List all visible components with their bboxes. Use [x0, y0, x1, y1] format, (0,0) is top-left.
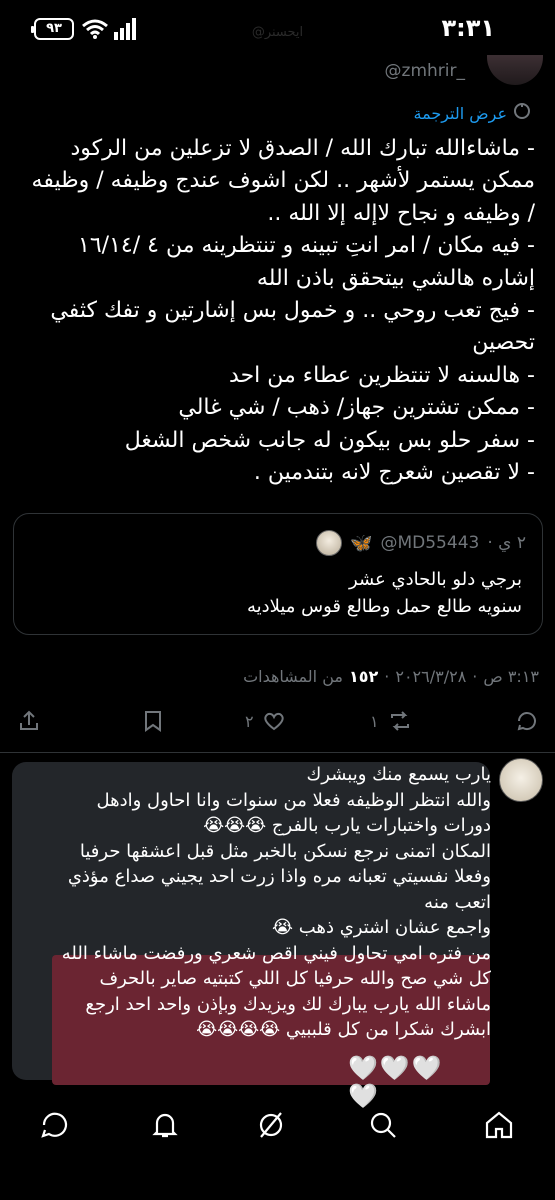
- reply-line: وفعلا نفسيتي تعبانه مره واذا زرت احد يجي…: [67, 866, 491, 913]
- tweet-line: - فيج تعب روحي .. و خمول بس إشارتين و تف…: [43, 298, 535, 356]
- show-translation-link[interactable]: عرض الترجمة: [414, 102, 532, 124]
- bookmark-button[interactable]: [142, 709, 164, 733]
- heart-icon: [263, 712, 284, 731]
- quote-handle: @MD55443: [380, 533, 480, 553]
- divider: [0, 752, 555, 753]
- share-icon: [20, 710, 38, 730]
- system-nav-area: [0, 1180, 555, 1200]
- retweet-icon: [390, 711, 409, 731]
- retweet-count: ١: [370, 711, 379, 731]
- search-icon[interactable]: [366, 1108, 400, 1146]
- quote-text: برجي دلو بالحادي عشر سنويه طالع حمل وطال…: [247, 566, 522, 620]
- reply-text: يارب يسمع منك ويبشرك والله انتظر الوظيفه…: [61, 762, 491, 1043]
- tweet-header: @zmhrir_: [0, 55, 555, 95]
- bookmark-icon: [145, 711, 161, 732]
- status-time: ٣:٣١: [441, 14, 495, 42]
- retweet-button[interactable]: ١: [370, 709, 413, 733]
- home-icon[interactable]: [482, 1108, 516, 1146]
- tweet-line: - فيه مكان / امر انتِ تبينه و تنتظرينه م…: [71, 233, 535, 291]
- status-bar: ٩٣ @ايحسنر ٣:٣١: [0, 0, 555, 60]
- grok-icon[interactable]: [254, 1108, 288, 1146]
- reply-line: والله انتظر الوظيفه فعلا من سنوات وانا ا…: [96, 789, 491, 837]
- reply-icon: [517, 712, 536, 731]
- quote-avatar: [316, 530, 343, 556]
- translate-icon: [513, 102, 531, 124]
- reply-avatar[interactable]: [499, 758, 543, 802]
- bottom-navigation: [0, 1100, 555, 1150]
- views-count: ١٥٢: [348, 667, 379, 686]
- tweet-line: - سفر حلو بس بيكون له جانب شخص الشغل: [124, 427, 535, 453]
- messages-icon[interactable]: [38, 1108, 72, 1146]
- tweet-actions: ١ ٢: [0, 703, 555, 743]
- tweet-body: - ماشاءالله تبارك الله / الصدق لا تزعلين…: [25, 133, 535, 489]
- tweet-line: - ممكن تشترين جهاز/ ذهب / شي غالي: [178, 395, 535, 421]
- avatar[interactable]: [487, 55, 543, 85]
- tweet-line: - هالسنه لا تنتظرين عطاء من احد: [229, 362, 535, 388]
- tweet-line: - ماشاءالله تبارك الله / الصدق لا تزعلين…: [24, 136, 535, 226]
- tweet-date: ٢٠٢٦/٣/٢٨: [395, 667, 467, 686]
- quote-header: ٢ ي · @MD55443 🦋: [316, 530, 526, 556]
- reply-line: من فتره امي تحاول فيني اقص شعري ورفضت ما…: [61, 942, 491, 1041]
- tweet-line: - لا تقصين شعرج لانه بتندمين .: [253, 460, 535, 486]
- tweet-time: ٣:١٣ ص: [483, 667, 539, 686]
- show-translation-label: عرض الترجمة: [413, 103, 508, 123]
- quoted-tweet[interactable]: ٢ ي · @MD55443 🦋 برجي دلو بالحادي عشر سن…: [13, 513, 543, 635]
- like-button[interactable]: ٢: [245, 709, 286, 733]
- butterfly-emoji: 🦋: [350, 532, 373, 554]
- notifications-bell-icon[interactable]: [148, 1108, 182, 1146]
- share-button[interactable]: [17, 709, 41, 733]
- tweet-meta: ٣:١٣ ص · ٢٠٢٦/٣/٢٨ · ١٥٢ من المشاهدات: [243, 667, 539, 686]
- reply-line: المكان اتمنى نرجع نسكن بالخبر مثل قبل اع…: [79, 840, 491, 862]
- views-label: من المشاهدات: [243, 667, 343, 686]
- like-count: ٢: [245, 711, 254, 731]
- quote-time: ٢ ي ·: [487, 533, 526, 553]
- quote-line: سنويه طالع حمل وطالع قوس ميلاديه: [246, 596, 522, 617]
- reply-line: واجمع عشان اشتري ذهب 😭: [272, 917, 491, 938]
- quote-line: برجي دلو بالحادي عشر: [349, 569, 522, 590]
- reply-line: يارب يسمع منك ويبشرك: [306, 764, 491, 785]
- reply-button[interactable]: [515, 709, 539, 733]
- author-handle[interactable]: @zmhrir_: [385, 61, 465, 81]
